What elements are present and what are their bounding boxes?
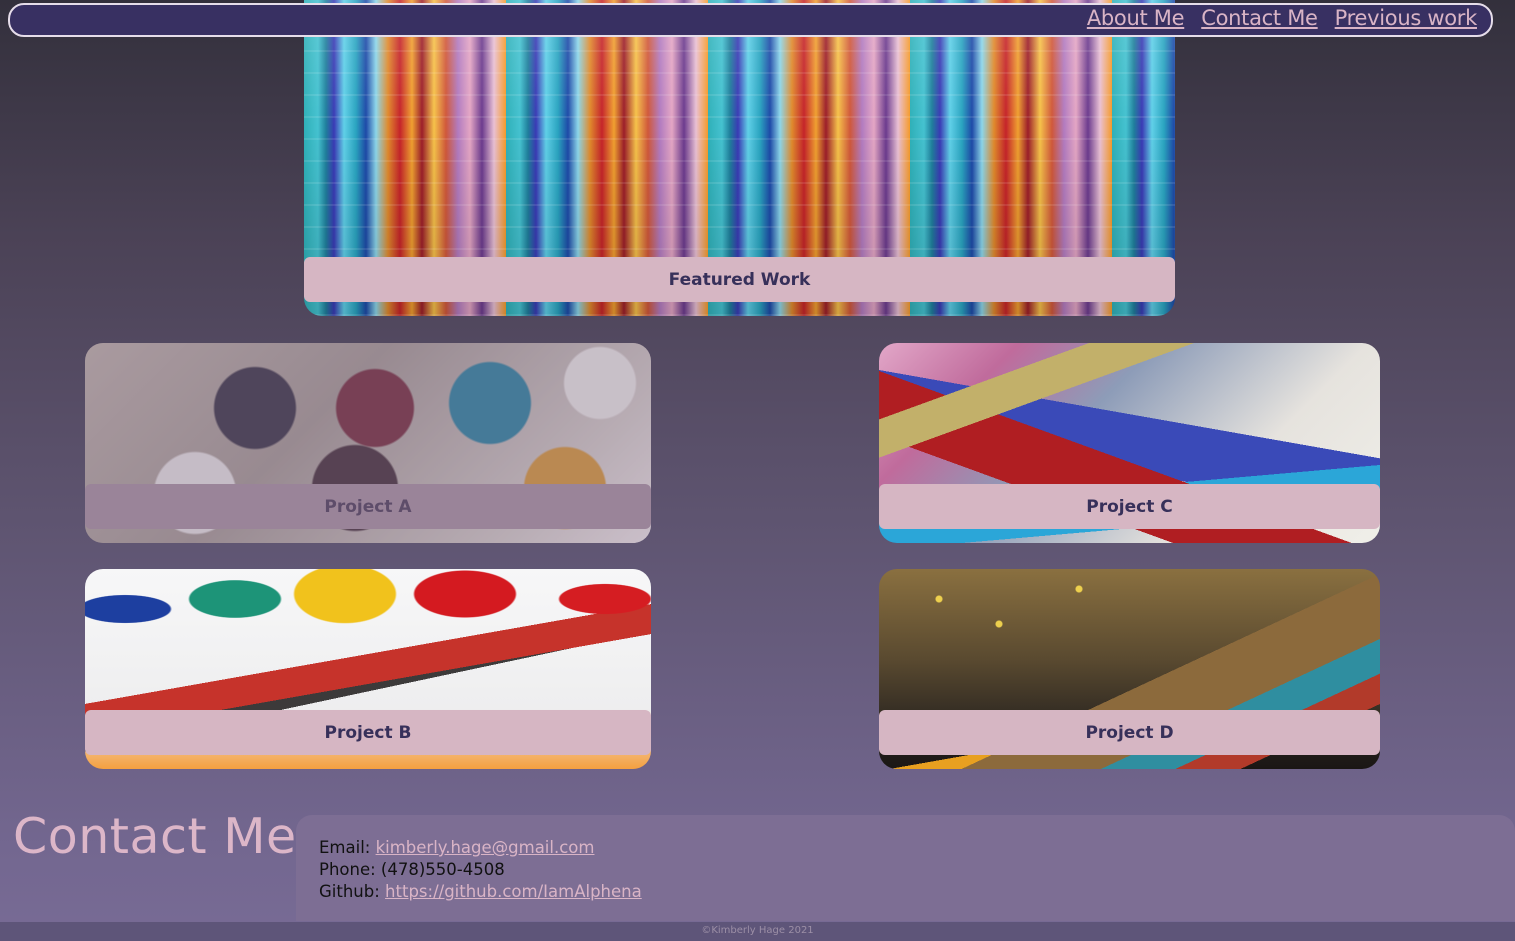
footer: ©Kimberly Hage 2021 (0, 922, 1515, 941)
footer-copyright: ©Kimberly Hage 2021 (701, 925, 814, 936)
contact-info-box: Email: kimberly.hage@gmail.com Phone: (4… (296, 815, 1515, 921)
email-link[interactable]: kimberly.hage@gmail.com (376, 838, 595, 857)
github-link[interactable]: https://github.com/IamAlphena (385, 882, 642, 901)
email-row: Email: kimberly.hage@gmail.com (319, 837, 642, 859)
nav-link-about-me[interactable]: About Me (1087, 6, 1185, 30)
nav-link-contact-me[interactable]: Contact Me (1201, 6, 1318, 30)
phone-label: Phone: (319, 860, 376, 879)
github-label: Github: (319, 882, 380, 901)
phone-value: (478)550-4508 (380, 860, 505, 879)
nav-links: About Me Contact Me Previous work (1087, 6, 1477, 30)
project-d-card[interactable]: Project D (879, 569, 1380, 769)
project-d-label: Project D (879, 710, 1380, 755)
featured-work-card[interactable]: Featured Work (304, 0, 1175, 316)
contact-lines: Email: kimberly.hage@gmail.com Phone: (4… (319, 837, 642, 903)
project-c-card[interactable]: Project C (879, 343, 1380, 543)
project-a-card[interactable]: Project A (85, 343, 651, 543)
contact-heading: Contact Me (13, 808, 297, 865)
project-a-label: Project A (85, 484, 651, 529)
github-row: Github: https://github.com/IamAlphena (319, 881, 642, 903)
project-c-label: Project C (879, 484, 1380, 529)
project-b-label: Project B (85, 710, 651, 755)
featured-work-label: Featured Work (304, 257, 1175, 302)
nav-link-previous-work[interactable]: Previous work (1335, 6, 1478, 30)
project-b-card[interactable]: Project B (85, 569, 651, 769)
top-nav: About Me Contact Me Previous work (8, 3, 1493, 37)
email-label: Email: (319, 838, 371, 857)
phone-row: Phone: (478)550-4508 (319, 859, 642, 881)
